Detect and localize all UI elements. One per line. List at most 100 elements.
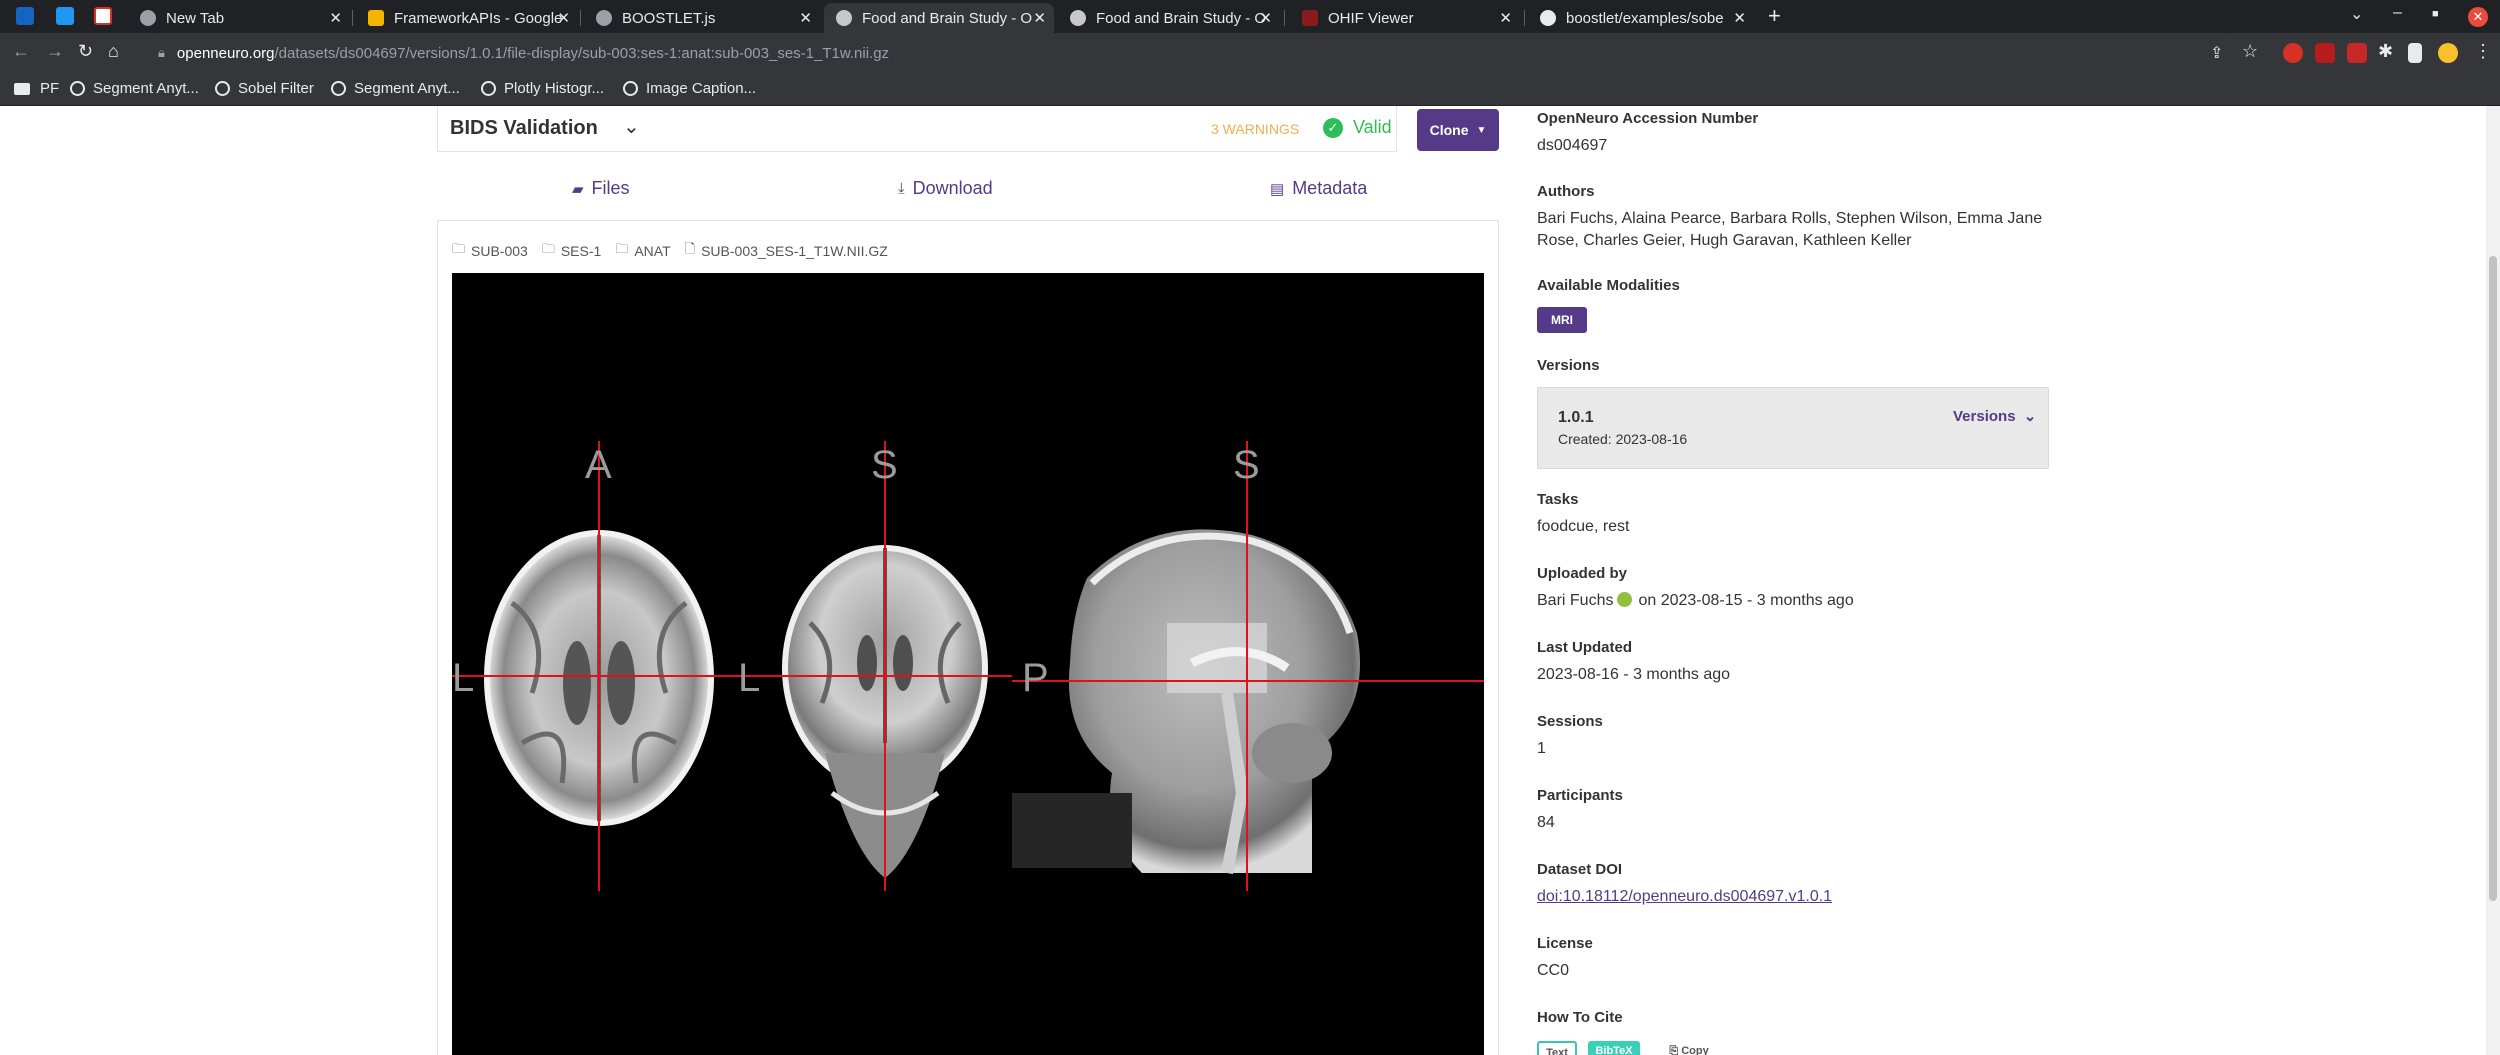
- tab-metadata[interactable]: ▤ Metadata: [1270, 178, 1367, 199]
- window-close-icon[interactable]: ✕: [2468, 7, 2488, 27]
- orientation-label: L: [452, 656, 474, 700]
- bookmark-image-caption[interactable]: Image Caption...: [623, 80, 756, 97]
- orcid-icon[interactable]: [1617, 592, 1633, 608]
- version-number: 1.0.1: [1558, 409, 1594, 426]
- bookmark-pf[interactable]: PF: [14, 80, 59, 97]
- bookmark-segment-anything-2[interactable]: Segment Anyt...: [331, 80, 460, 97]
- tab-metadata-label: Metadata: [1292, 178, 1368, 198]
- bids-validation-bar[interactable]: BIDS Validation ⌄ 3 WARNINGS ✓ Valid: [437, 106, 1397, 152]
- bookmark-segment-anything[interactable]: Segment Anyt...: [70, 80, 199, 97]
- close-icon[interactable]: ✕: [557, 9, 570, 27]
- modalities-label: Available Modalities: [1537, 277, 1680, 294]
- doi-value: doi:10.18112/openneuro.ds004697.v1.0.1: [1537, 886, 1832, 908]
- close-icon[interactable]: ✕: [1033, 9, 1046, 27]
- tab-download[interactable]: ⤓ Download: [898, 178, 993, 199]
- tab-label: Food and Brain Study - O: [1096, 9, 1267, 27]
- breadcrumb-item[interactable]: 🗀︎ SUB-003: [452, 240, 528, 262]
- home-icon[interactable]: ⌂: [108, 41, 119, 62]
- close-icon[interactable]: ✕: [1259, 9, 1272, 27]
- slides-icon: [368, 10, 384, 26]
- folder-open-icon: 🗀︎: [452, 241, 466, 256]
- star-icon[interactable]: ☆: [2242, 41, 2258, 62]
- copy-icon: ⎘: [1669, 1045, 1679, 1055]
- chevron-down-icon[interactable]: ⌄: [2350, 4, 2363, 24]
- mri-views[interactable]: A S S L L P: [452, 273, 1484, 1055]
- avatar[interactable]: [2438, 43, 2458, 63]
- cite-copy-label: Copy: [1681, 1045, 1709, 1055]
- tab-boostlet[interactable]: BOOSTLET.js ✕: [584, 3, 820, 33]
- bookmark-plotly-histogram[interactable]: Plotly Histogr...: [481, 80, 604, 97]
- new-tab-button[interactable]: +: [1768, 3, 1781, 29]
- gmail-icon[interactable]: [94, 7, 112, 25]
- pinned-tab-icon[interactable]: [56, 7, 74, 25]
- outlook-icon[interactable]: [16, 7, 34, 25]
- sagittal-slice[interactable]: [1012, 529, 1360, 875]
- versions-dropdown-label: Versions: [1953, 408, 2016, 425]
- cite-copy-button[interactable]: ⎘ Copy: [1664, 1041, 1714, 1055]
- folder-icon: ▰: [572, 180, 584, 198]
- doi-link[interactable]: doi:10.18112/openneuro.ds004697.v1.0.1: [1537, 888, 1832, 905]
- cite-label: How To Cite: [1537, 1009, 1623, 1026]
- authors-line-1: Bari Fuchs, Alaina Pearce, Barbara Rolls…: [1537, 210, 2043, 227]
- tasks-label: Tasks: [1537, 491, 1579, 508]
- tab-label: New Tab: [166, 9, 225, 27]
- bookmark-label: PF: [40, 80, 60, 97]
- menu-icon[interactable]: ⋮: [2474, 41, 2492, 62]
- uploaded-value: Bari Fuchs on 2023-08-15 - 3 months ago: [1537, 590, 1854, 612]
- sidepanel-icon[interactable]: [2408, 43, 2422, 63]
- breadcrumb-label: SES-1: [560, 243, 602, 259]
- reload-icon[interactable]: ↻: [78, 41, 93, 62]
- breadcrumb-item[interactable]: 🗋︎ SUB-003_SES-1_T1W.NII.GZ: [685, 240, 888, 262]
- cite-bibtex-button[interactable]: BibTeX: [1588, 1041, 1640, 1055]
- tab-github[interactable]: boostlet/examples/sobe ✕: [1528, 3, 1754, 33]
- tab-food-brain[interactable]: Food and Brain Study - O ✕: [1058, 3, 1280, 33]
- uploader-name: Bari Fuchs: [1537, 592, 1614, 609]
- extension-icon[interactable]: [2347, 43, 2367, 63]
- share-icon[interactable]: ⇪: [2210, 43, 2223, 63]
- maximize-icon[interactable]: ■: [2432, 8, 2439, 20]
- globe-icon: [70, 81, 85, 96]
- puzzle-icon[interactable]: ✱: [2378, 41, 2393, 62]
- valid-status: ✓ Valid: [1323, 117, 1392, 138]
- mri-viewer[interactable]: A S S L L P: [452, 273, 1484, 1055]
- back-arrow-icon[interactable]: ←: [12, 41, 30, 62]
- scrollbar-thumb[interactable]: [2489, 256, 2497, 901]
- tab-label: Food and Brain Study - O: [862, 9, 1033, 27]
- orientation-label: S: [871, 443, 898, 487]
- close-icon[interactable]: ✕: [329, 9, 342, 27]
- extension-icon[interactable]: [2315, 43, 2335, 63]
- tab-frameworkapis[interactable]: FrameworkAPIs - Google ✕: [356, 3, 578, 33]
- clone-button[interactable]: Clone ▼: [1417, 109, 1499, 151]
- tab-new-tab[interactable]: New Tab ✕: [128, 3, 350, 33]
- extension-icon[interactable]: [2283, 43, 2303, 63]
- minimize-icon[interactable]: –: [2393, 4, 2402, 22]
- close-icon[interactable]: ✕: [1733, 9, 1746, 27]
- chrome-icon: [140, 10, 156, 26]
- github-icon: [1540, 10, 1556, 26]
- close-icon[interactable]: ✕: [799, 9, 812, 27]
- breadcrumb-item[interactable]: 🗀︎ ANAT: [615, 240, 670, 262]
- globe-icon: [215, 81, 230, 96]
- folder-icon: [14, 82, 30, 95]
- tab-label: boostlet/examples/sobe: [1566, 9, 1724, 27]
- ohif-icon: [1302, 10, 1318, 26]
- page-content: BIDS Validation ⌄ 3 WARNINGS ✓ Valid Clo…: [0, 106, 2500, 1055]
- versions-dropdown[interactable]: Versions ⌄: [1953, 407, 2036, 425]
- tab-divider: [580, 10, 581, 26]
- bookmark-sobel-filter[interactable]: Sobel Filter: [215, 80, 314, 97]
- tab-ohif[interactable]: OHIF Viewer ✕: [1290, 3, 1520, 33]
- breadcrumb-item[interactable]: 🗀︎ SES-1: [542, 240, 601, 262]
- caret-down-icon: ▼: [1476, 124, 1487, 136]
- page-scrollbar[interactable]: [2486, 106, 2500, 1055]
- breadcrumb-label: SUB-003: [471, 243, 528, 259]
- bookmark-label: Image Caption...: [646, 80, 757, 97]
- warnings-count: 3 WARNINGS: [1211, 121, 1300, 137]
- browser-toolbar: ← → ↻ ⌂ 🔒︎ openneuro.org /datasets/ds004…: [0, 33, 2500, 73]
- forward-arrow-icon[interactable]: →: [46, 41, 64, 62]
- close-icon[interactable]: ✕: [1499, 9, 1512, 27]
- cite-text-button[interactable]: Text: [1537, 1041, 1577, 1055]
- tab-food-brain-active[interactable]: Food and Brain Study - O ✕: [824, 3, 1054, 33]
- address-bar[interactable]: 🔒︎ openneuro.org /datasets/ds004697/vers…: [140, 37, 2240, 69]
- chevron-down-icon[interactable]: ⌄: [623, 114, 640, 139]
- tab-files[interactable]: ▰ Files: [572, 178, 630, 199]
